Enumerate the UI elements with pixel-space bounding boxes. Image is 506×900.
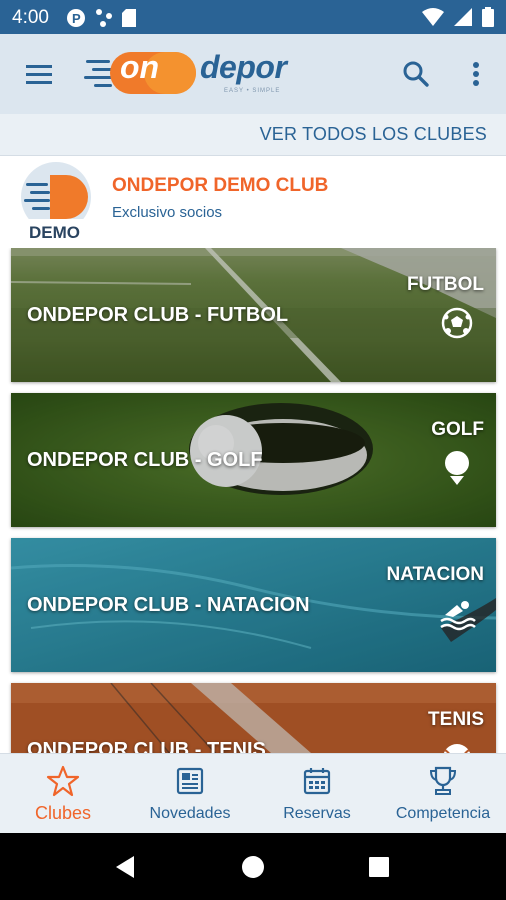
logo-wordmark: depor (200, 49, 287, 85)
sport-card-tenis[interactable]: ONDEPOR CLUB - TENIS TENIS (11, 683, 496, 753)
card-sport-label: GOLF (431, 419, 484, 440)
logo-prefix: on (120, 49, 160, 85)
card-sport-label: FUTBOL (406, 274, 484, 295)
ondepor-logo: on depor EASY • SIMPLE (84, 48, 287, 100)
app-bar: on depor EASY • SIMPLE (0, 34, 506, 114)
sport-card-futbol[interactable]: ONDEPOR CLUB - FUTBOL FUTBOL (11, 248, 496, 382)
p-badge-icon: P (67, 9, 85, 27)
sport-card-natacion[interactable]: ONDEPOR CLUB - NATACION NATACION (11, 538, 496, 672)
logo-tagline: EASY • SIMPLE (224, 88, 281, 94)
club-name: ONDEPOR DEMO CLUB (112, 175, 329, 196)
club-logo: DEMO (20, 161, 92, 242)
swimmer-icon (440, 601, 476, 631)
status-bar: 4:00 P (0, 0, 506, 34)
nav-item-competencia[interactable]: Competencia (380, 754, 506, 834)
menu-icon[interactable] (22, 58, 58, 90)
nav-item-reservas[interactable]: Reservas (254, 754, 380, 834)
club-logo-text: DEMO (29, 223, 80, 242)
tennis-ball-icon (443, 744, 471, 753)
status-time: 4:00 (12, 7, 49, 28)
search-icon[interactable] (400, 58, 432, 90)
back-icon[interactable] (112, 853, 140, 881)
home-icon[interactable] (240, 854, 266, 880)
wifi-icon (422, 8, 444, 26)
soccer-ball-icon (441, 307, 473, 339)
card-title: ONDEPOR CLUB - GOLF (27, 449, 263, 471)
calendar-icon (303, 768, 331, 795)
more-vert-icon[interactable] (462, 58, 490, 90)
signal-icon (454, 8, 472, 26)
nav-item-clubes[interactable]: Clubes (0, 754, 126, 834)
card-title: ONDEPOR CLUB - FUTBOL (27, 304, 289, 326)
sport-cards-list: ONDEPOR CLUB - FUTBOL FUTBOL ONDEPOR CLU… (0, 248, 506, 753)
nav-label-novedades: Novedades (149, 805, 231, 822)
card-title: ONDEPOR CLUB - NATACION (27, 594, 310, 616)
usb-icon (96, 9, 112, 27)
bottom-navigation: Clubes Novedades Reservas Competencia (0, 753, 506, 833)
card-title: ONDEPOR CLUB - TENIS (27, 739, 266, 753)
nav-label-competencia: Competencia (395, 805, 491, 822)
nav-label-reservas: Reservas (283, 805, 351, 822)
nav-label-clubes: Clubes (34, 803, 92, 823)
battery-icon (482, 7, 494, 27)
trophy-icon (429, 766, 457, 795)
club-header[interactable]: DEMO ONDEPOR DEMO CLUB Exclusivo socios (0, 156, 506, 248)
club-subtitle: Exclusivo socios (112, 204, 223, 221)
card-sport-label: TENIS (428, 709, 484, 730)
sport-card-golf[interactable]: ONDEPOR CLUB - GOLF GOLF (11, 393, 496, 527)
system-navigation-bar (0, 833, 506, 900)
sd-card-icon (122, 9, 136, 27)
see-all-bar: VER TODOS LOS CLUBES (0, 114, 506, 156)
recents-icon[interactable] (367, 855, 391, 879)
see-all-clubs-link[interactable]: VER TODOS LOS CLUBES (260, 124, 487, 145)
star-icon (46, 765, 80, 797)
svg-text:P: P (72, 11, 81, 26)
card-sport-label: NATACION (386, 564, 484, 585)
newspaper-icon (176, 767, 204, 795)
golf-ball-icon (445, 451, 469, 485)
nav-item-novedades[interactable]: Novedades (126, 754, 254, 834)
